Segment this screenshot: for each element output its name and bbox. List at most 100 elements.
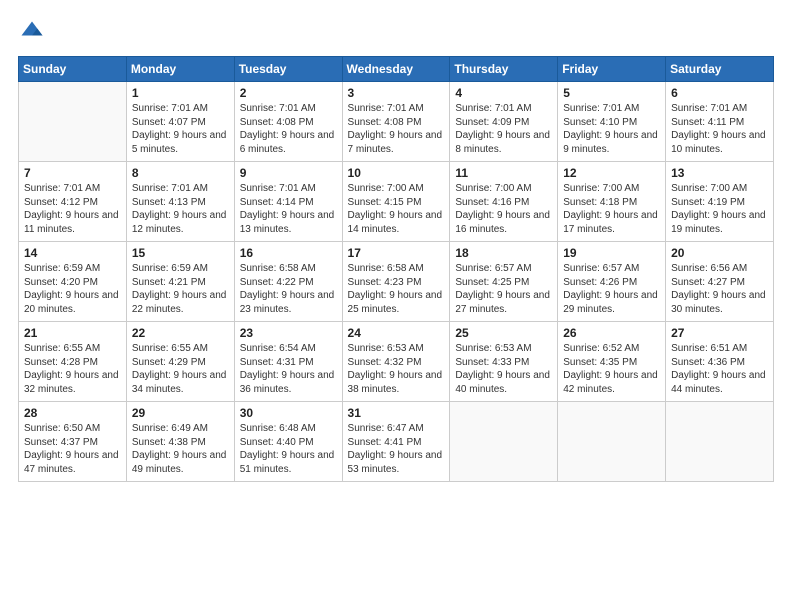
week-row-3: 21Sunrise: 6:55 AMSunset: 4:28 PMDayligh… bbox=[19, 322, 774, 402]
day-number: 14 bbox=[24, 246, 121, 260]
sunset: Sunset: 4:29 PM bbox=[132, 356, 229, 370]
sunset: Sunset: 4:37 PM bbox=[24, 436, 121, 450]
header bbox=[18, 18, 774, 46]
daylight-hours: Daylight: 9 hours and 25 minutes. bbox=[348, 289, 445, 316]
day-number: 30 bbox=[240, 406, 337, 420]
day-number: 15 bbox=[132, 246, 229, 260]
sunset: Sunset: 4:31 PM bbox=[240, 356, 337, 370]
daylight-hours: Daylight: 9 hours and 16 minutes. bbox=[455, 209, 552, 236]
day-cell: 17Sunrise: 6:58 AMSunset: 4:23 PMDayligh… bbox=[342, 242, 450, 322]
sunset: Sunset: 4:27 PM bbox=[671, 276, 768, 290]
sunrise: Sunrise: 7:01 AM bbox=[455, 102, 552, 116]
daylight-hours: Daylight: 9 hours and 40 minutes. bbox=[455, 369, 552, 396]
day-cell: 28Sunrise: 6:50 AMSunset: 4:37 PMDayligh… bbox=[19, 402, 127, 482]
day-cell: 27Sunrise: 6:51 AMSunset: 4:36 PMDayligh… bbox=[666, 322, 774, 402]
day-cell: 19Sunrise: 6:57 AMSunset: 4:26 PMDayligh… bbox=[558, 242, 666, 322]
daylight-hours: Daylight: 9 hours and 7 minutes. bbox=[348, 129, 445, 156]
day-number: 29 bbox=[132, 406, 229, 420]
sunrise: Sunrise: 6:54 AM bbox=[240, 342, 337, 356]
sunset: Sunset: 4:26 PM bbox=[563, 276, 660, 290]
sunset: Sunset: 4:33 PM bbox=[455, 356, 552, 370]
day-cell: 21Sunrise: 6:55 AMSunset: 4:28 PMDayligh… bbox=[19, 322, 127, 402]
sunrise: Sunrise: 6:59 AM bbox=[132, 262, 229, 276]
weekday-monday: Monday bbox=[126, 57, 234, 82]
daylight-hours: Daylight: 9 hours and 23 minutes. bbox=[240, 289, 337, 316]
sunrise: Sunrise: 6:50 AM bbox=[24, 422, 121, 436]
day-cell: 18Sunrise: 6:57 AMSunset: 4:25 PMDayligh… bbox=[450, 242, 558, 322]
sunrise: Sunrise: 6:55 AM bbox=[24, 342, 121, 356]
day-cell: 22Sunrise: 6:55 AMSunset: 4:29 PMDayligh… bbox=[126, 322, 234, 402]
day-number: 10 bbox=[348, 166, 445, 180]
week-row-4: 28Sunrise: 6:50 AMSunset: 4:37 PMDayligh… bbox=[19, 402, 774, 482]
daylight-hours: Daylight: 9 hours and 53 minutes. bbox=[348, 449, 445, 476]
day-cell: 12Sunrise: 7:00 AMSunset: 4:18 PMDayligh… bbox=[558, 162, 666, 242]
day-cell: 11Sunrise: 7:00 AMSunset: 4:16 PMDayligh… bbox=[450, 162, 558, 242]
daylight-hours: Daylight: 9 hours and 19 minutes. bbox=[671, 209, 768, 236]
sunset: Sunset: 4:19 PM bbox=[671, 196, 768, 210]
sunrise: Sunrise: 7:01 AM bbox=[240, 182, 337, 196]
day-cell: 29Sunrise: 6:49 AMSunset: 4:38 PMDayligh… bbox=[126, 402, 234, 482]
day-cell: 15Sunrise: 6:59 AMSunset: 4:21 PMDayligh… bbox=[126, 242, 234, 322]
sunrise: Sunrise: 6:48 AM bbox=[240, 422, 337, 436]
page: SundayMondayTuesdayWednesdayThursdayFrid… bbox=[0, 0, 792, 612]
day-cell: 4Sunrise: 7:01 AMSunset: 4:09 PMDaylight… bbox=[450, 82, 558, 162]
sunset: Sunset: 4:08 PM bbox=[348, 116, 445, 130]
day-cell: 14Sunrise: 6:59 AMSunset: 4:20 PMDayligh… bbox=[19, 242, 127, 322]
day-number: 1 bbox=[132, 86, 229, 100]
day-number: 16 bbox=[240, 246, 337, 260]
sunset: Sunset: 4:11 PM bbox=[671, 116, 768, 130]
day-number: 19 bbox=[563, 246, 660, 260]
sunset: Sunset: 4:22 PM bbox=[240, 276, 337, 290]
day-cell: 7Sunrise: 7:01 AMSunset: 4:12 PMDaylight… bbox=[19, 162, 127, 242]
day-cell: 25Sunrise: 6:53 AMSunset: 4:33 PMDayligh… bbox=[450, 322, 558, 402]
sunrise: Sunrise: 6:58 AM bbox=[240, 262, 337, 276]
sunset: Sunset: 4:16 PM bbox=[455, 196, 552, 210]
sunrise: Sunrise: 7:01 AM bbox=[24, 182, 121, 196]
week-row-1: 7Sunrise: 7:01 AMSunset: 4:12 PMDaylight… bbox=[19, 162, 774, 242]
week-row-2: 14Sunrise: 6:59 AMSunset: 4:20 PMDayligh… bbox=[19, 242, 774, 322]
daylight-hours: Daylight: 9 hours and 11 minutes. bbox=[24, 209, 121, 236]
day-cell: 24Sunrise: 6:53 AMSunset: 4:32 PMDayligh… bbox=[342, 322, 450, 402]
sunset: Sunset: 4:32 PM bbox=[348, 356, 445, 370]
day-cell bbox=[666, 402, 774, 482]
daylight-hours: Daylight: 9 hours and 30 minutes. bbox=[671, 289, 768, 316]
day-cell: 26Sunrise: 6:52 AMSunset: 4:35 PMDayligh… bbox=[558, 322, 666, 402]
sunset: Sunset: 4:21 PM bbox=[132, 276, 229, 290]
sunset: Sunset: 4:09 PM bbox=[455, 116, 552, 130]
sunrise: Sunrise: 7:00 AM bbox=[455, 182, 552, 196]
daylight-hours: Daylight: 9 hours and 47 minutes. bbox=[24, 449, 121, 476]
day-number: 27 bbox=[671, 326, 768, 340]
sunset: Sunset: 4:14 PM bbox=[240, 196, 337, 210]
sunrise: Sunrise: 7:01 AM bbox=[348, 102, 445, 116]
sunset: Sunset: 4:10 PM bbox=[563, 116, 660, 130]
logo bbox=[18, 18, 50, 46]
sunrise: Sunrise: 7:01 AM bbox=[132, 102, 229, 116]
daylight-hours: Daylight: 9 hours and 10 minutes. bbox=[671, 129, 768, 156]
weekday-wednesday: Wednesday bbox=[342, 57, 450, 82]
sunset: Sunset: 4:40 PM bbox=[240, 436, 337, 450]
day-cell: 30Sunrise: 6:48 AMSunset: 4:40 PMDayligh… bbox=[234, 402, 342, 482]
daylight-hours: Daylight: 9 hours and 17 minutes. bbox=[563, 209, 660, 236]
day-number: 8 bbox=[132, 166, 229, 180]
sunrise: Sunrise: 7:01 AM bbox=[563, 102, 660, 116]
day-number: 21 bbox=[24, 326, 121, 340]
day-number: 12 bbox=[563, 166, 660, 180]
sunset: Sunset: 4:41 PM bbox=[348, 436, 445, 450]
daylight-hours: Daylight: 9 hours and 12 minutes. bbox=[132, 209, 229, 236]
week-row-0: 1Sunrise: 7:01 AMSunset: 4:07 PMDaylight… bbox=[19, 82, 774, 162]
day-number: 2 bbox=[240, 86, 337, 100]
sunrise: Sunrise: 7:01 AM bbox=[240, 102, 337, 116]
day-number: 25 bbox=[455, 326, 552, 340]
day-number: 23 bbox=[240, 326, 337, 340]
sunrise: Sunrise: 7:01 AM bbox=[671, 102, 768, 116]
daylight-hours: Daylight: 9 hours and 44 minutes. bbox=[671, 369, 768, 396]
day-number: 4 bbox=[455, 86, 552, 100]
sunset: Sunset: 4:36 PM bbox=[671, 356, 768, 370]
sunset: Sunset: 4:18 PM bbox=[563, 196, 660, 210]
day-number: 24 bbox=[348, 326, 445, 340]
daylight-hours: Daylight: 9 hours and 38 minutes. bbox=[348, 369, 445, 396]
sunrise: Sunrise: 6:59 AM bbox=[24, 262, 121, 276]
daylight-hours: Daylight: 9 hours and 36 minutes. bbox=[240, 369, 337, 396]
day-cell: 1Sunrise: 7:01 AMSunset: 4:07 PMDaylight… bbox=[126, 82, 234, 162]
daylight-hours: Daylight: 9 hours and 5 minutes. bbox=[132, 129, 229, 156]
